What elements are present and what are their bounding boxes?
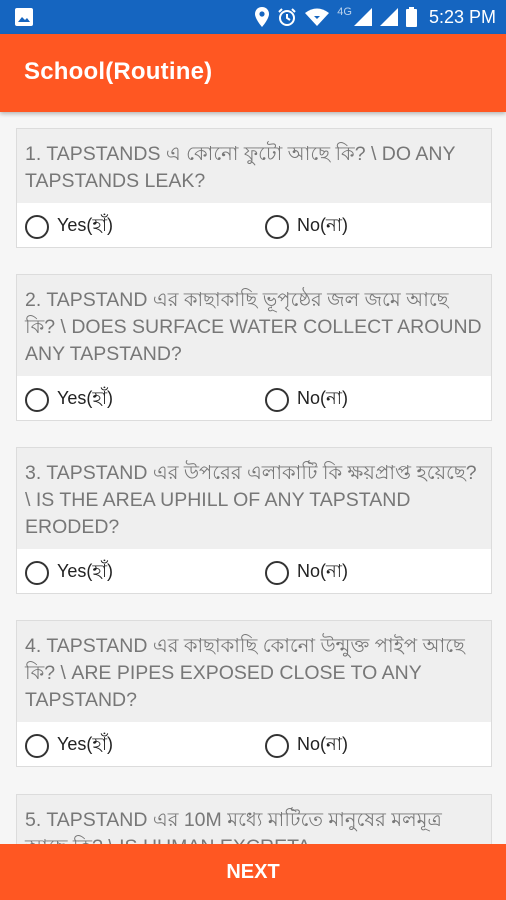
next-button-label: NEXT — [226, 860, 280, 883]
no-radio-option[interactable]: No(না) — [265, 557, 348, 588]
yes-label: Yes(হাঁ) — [57, 388, 114, 408]
yes-radio-option[interactable]: Yes(হাঁ) — [25, 730, 113, 761]
next-button[interactable]: NEXT — [0, 844, 506, 900]
wifi-icon — [305, 8, 330, 26]
radio-button-icon[interactable] — [25, 387, 49, 412]
radio-button-icon[interactable] — [25, 733, 49, 758]
yes-radio-option[interactable]: Yes(হাঁ) — [25, 384, 113, 415]
no-label: No(না) — [297, 734, 348, 754]
radio-button-icon[interactable] — [265, 387, 289, 412]
no-radio-option[interactable]: No(না) — [265, 384, 348, 415]
question-card: 2. TAPSTAND এর কাছাকাছি ভূপৃষ্ঠের জল জমে… — [16, 274, 492, 421]
battery-icon — [405, 7, 417, 27]
radio-button-icon[interactable] — [265, 214, 289, 239]
network-type-label: 4G — [337, 6, 352, 18]
radio-button-icon[interactable] — [265, 733, 289, 758]
radio-button-icon[interactable] — [265, 560, 289, 585]
answer-options: Yes(হাঁ) No(না) — [17, 549, 491, 593]
radio-button-icon[interactable] — [25, 214, 49, 239]
status-time: 5:23 PM — [428, 6, 496, 27]
question-card: 1. TAPSTANDS এ কোনো ফুটো আছে কি? \ DO AN… — [16, 128, 492, 248]
question-card: 4. TAPSTAND এর কাছাকাছি কোনো উন্মুক্ত পা… — [16, 620, 492, 767]
radio-button-icon[interactable] — [25, 560, 49, 585]
answer-options: Yes(হাঁ) No(না) — [17, 203, 491, 247]
question-text: 2. TAPSTAND এর কাছাকাছি ভূপৃষ্ঠের জল জমে… — [17, 275, 491, 376]
image-icon — [15, 8, 33, 26]
signal-icon — [353, 8, 372, 26]
no-label: No(না) — [297, 561, 348, 581]
page-title: School(Routine) — [24, 58, 213, 85]
location-icon — [255, 7, 270, 27]
alarm-icon — [278, 8, 296, 26]
no-label: No(না) — [297, 388, 348, 408]
app-bar: School(Routine) — [0, 34, 506, 112]
signal-icon — [379, 8, 398, 26]
yes-label: Yes(হাঁ) — [57, 215, 114, 235]
no-radio-option[interactable]: No(না) — [265, 730, 348, 761]
question-card: 5. TAPSTAND এর 10M মধ্যে মাটিতে মানুষের … — [16, 794, 492, 844]
question-text: 1. TAPSTANDS এ কোনো ফুটো আছে কি? \ DO AN… — [17, 129, 491, 203]
question-text: 3. TAPSTAND এর উপরের এলাকাটি কি ক্ষয়প্র… — [17, 448, 491, 549]
answer-options: Yes(হাঁ) No(না) — [17, 376, 491, 420]
question-card: 3. TAPSTAND এর উপরের এলাকাটি কি ক্ষয়প্র… — [16, 447, 492, 594]
yes-radio-option[interactable]: Yes(হাঁ) — [25, 211, 113, 242]
yes-label: Yes(হাঁ) — [57, 561, 114, 581]
question-text: 5. TAPSTAND এর 10M মধ্যে মাটিতে মানুষের … — [17, 795, 491, 844]
no-label: No(না) — [297, 215, 348, 235]
question-text: 4. TAPSTAND এর কাছাকাছি কোনো উন্মুক্ত পা… — [17, 621, 491, 722]
status-bar: 4G 5:23 PM — [0, 0, 506, 34]
yes-label: Yes(হাঁ) — [57, 734, 114, 754]
answer-options: Yes(হাঁ) No(না) — [17, 722, 491, 766]
yes-radio-option[interactable]: Yes(হাঁ) — [25, 557, 113, 588]
no-radio-option[interactable]: No(না) — [265, 211, 348, 242]
question-list[interactable]: 1. TAPSTANDS এ কোনো ফুটো আছে কি? \ DO AN… — [0, 112, 506, 844]
